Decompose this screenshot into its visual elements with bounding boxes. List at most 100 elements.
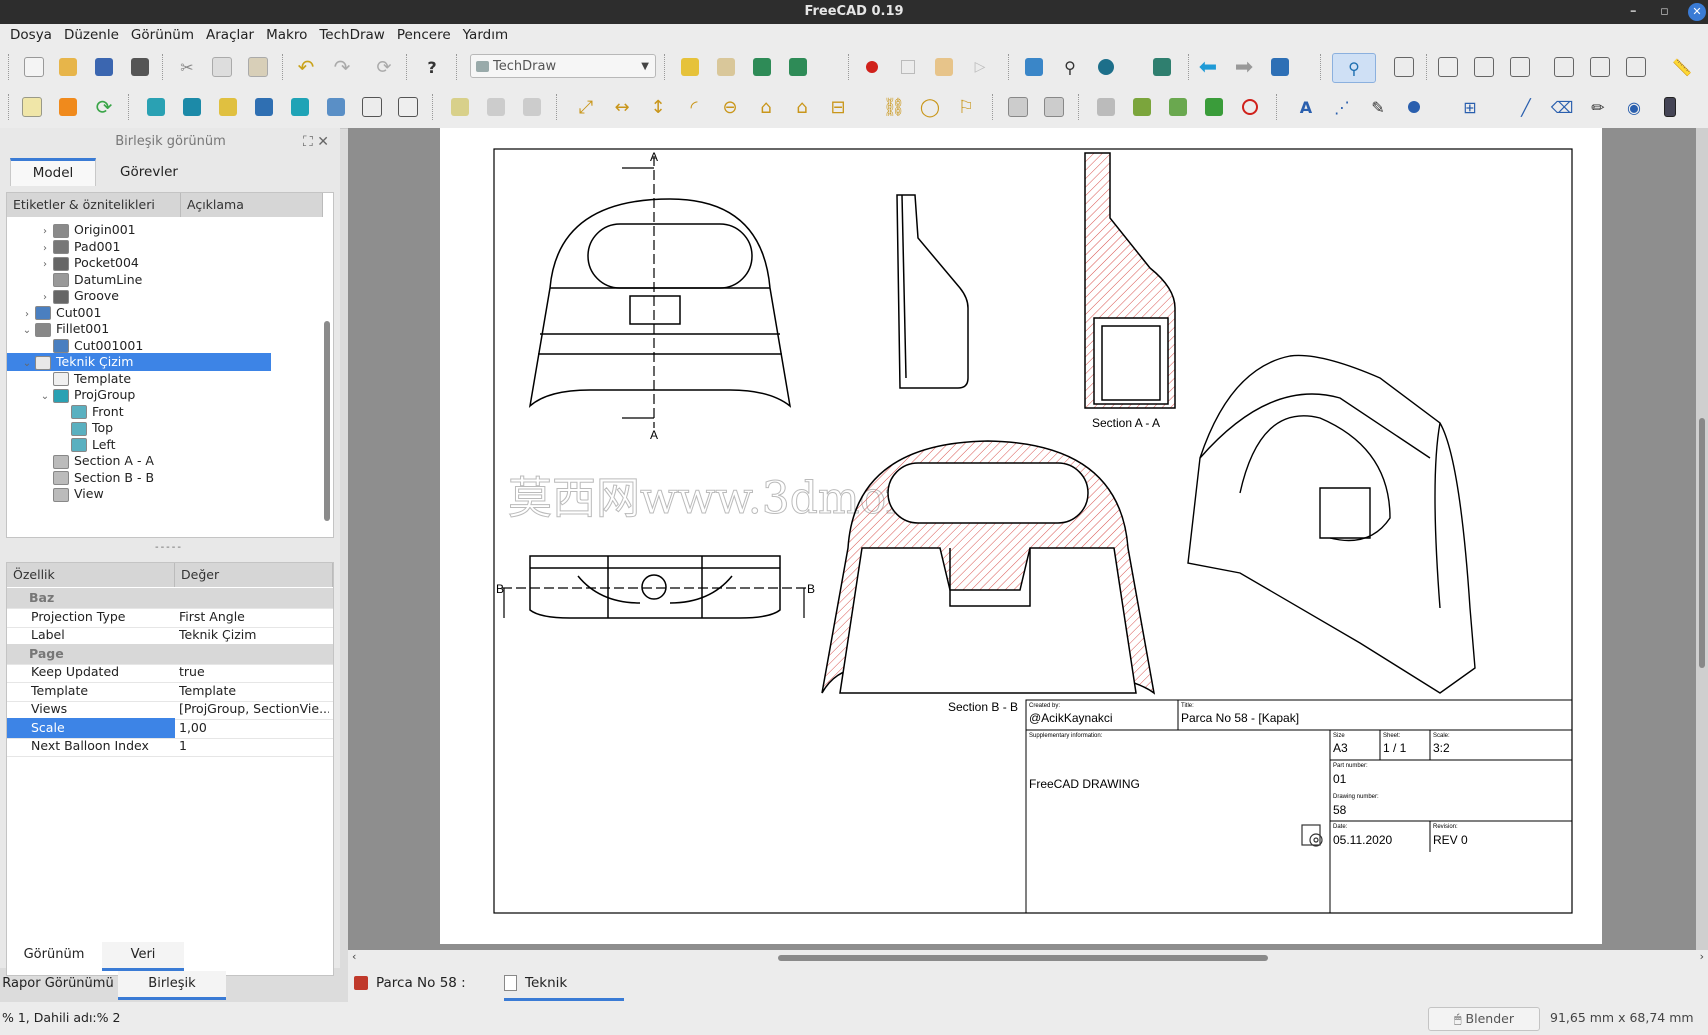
right-view-icon[interactable]	[1508, 55, 1532, 79]
prop-header-value[interactable]: Değer	[175, 563, 333, 587]
cosmetic-eraser-icon[interactable]: ⌫	[1550, 95, 1574, 119]
tree-item[interactable]: › Pad001	[7, 238, 120, 256]
back-arrow-icon[interactable]: ⬅	[1196, 55, 1220, 80]
float-icon[interactable]: ⛶	[303, 134, 313, 150]
tree-item[interactable]: DatumLine	[7, 271, 142, 289]
tab-gorunum[interactable]: Görünüm	[10, 942, 98, 968]
link-actions-icon[interactable]	[786, 55, 810, 79]
link-icon[interactable]	[750, 55, 774, 79]
property-value[interactable]: true	[179, 662, 329, 682]
new-page-template-icon[interactable]	[56, 95, 80, 119]
property-value[interactable]: 1	[179, 736, 329, 756]
menu-pencere[interactable]: Pencere	[391, 24, 457, 46]
cut-icon[interactable]: ✂	[175, 55, 199, 79]
scroll-left-icon[interactable]: ‹	[352, 950, 356, 963]
macro-run-icon[interactable]: ▷	[968, 55, 992, 79]
tab-gorevler[interactable]: Görevler	[104, 158, 194, 186]
drawing-sheet[interactable]: A A Section A - A 莫西网www.3dmox.com B B S…	[440, 128, 1602, 944]
annotation-icon[interactable]: A	[1294, 95, 1318, 119]
minimize-icon[interactable]: –	[1630, 0, 1637, 24]
isometric-view-icon[interactable]	[1392, 55, 1416, 79]
tree-item[interactable]: ⌄ ProjGroup	[7, 386, 135, 404]
scroll-right-icon[interactable]: ›	[1700, 950, 1704, 963]
menu-yardim[interactable]: Yardım	[457, 24, 514, 46]
tab-teknik-cizim[interactable]: Teknik Çizim✕	[504, 968, 624, 1021]
tree-item[interactable]: Section B - B	[7, 469, 154, 487]
panel-splitter[interactable]: -----	[150, 542, 188, 553]
bottom-view-icon[interactable]	[1588, 55, 1612, 79]
hatch-icon[interactable]	[1094, 95, 1118, 119]
copy-icon[interactable]	[210, 55, 234, 79]
tree-item[interactable]: › Origin001	[7, 221, 136, 239]
top-view-icon[interactable]	[1472, 55, 1496, 79]
drawing-horizontal-scrollbar[interactable]: ‹ ›	[348, 950, 1708, 966]
tree-item[interactable]: › Pocket004	[7, 254, 139, 272]
new-document-icon[interactable]	[22, 55, 46, 79]
redraw-icon[interactable]: ⟳	[92, 95, 116, 119]
redo-icon[interactable]: ↷	[330, 55, 354, 79]
macro-record-icon[interactable]	[860, 55, 884, 79]
tab-birlesik-gorunum[interactable]: Birleşik görünüm	[118, 971, 226, 1017]
close-icon[interactable]: ✕	[1688, 3, 1706, 21]
angle-dimension-icon[interactable]: ⌂	[754, 95, 778, 119]
new-page-icon[interactable]	[20, 95, 44, 119]
clip-remove-icon[interactable]	[520, 95, 544, 119]
drawing-vertical-scrollbar[interactable]	[1696, 128, 1708, 950]
refresh-icon[interactable]: ⟳	[372, 55, 396, 79]
rear-view-icon[interactable]	[1552, 55, 1576, 79]
geometric-hatch-icon[interactable]	[1130, 95, 1154, 119]
extent-dimension-icon[interactable]: ⊟	[826, 95, 850, 119]
clip-add-icon[interactable]	[484, 95, 508, 119]
projection-group-icon[interactable]	[216, 95, 240, 119]
measure-icon[interactable]: 📏	[1670, 55, 1694, 79]
property-row[interactable]: Next Balloon Index 1	[7, 736, 333, 757]
fit-selection-icon[interactable]: ⚲	[1058, 55, 1082, 79]
diameter-dimension-icon[interactable]: ⊖	[718, 95, 742, 119]
rich-annotation-icon[interactable]: ✎	[1366, 95, 1390, 119]
center-mark-icon[interactable]	[1402, 95, 1426, 119]
whats-this-icon[interactable]: ?	[420, 55, 444, 79]
property-value[interactable]: Teknik Çizim	[179, 625, 329, 645]
menu-araclar[interactable]: Araçlar	[200, 24, 260, 46]
undo-icon[interactable]: ↶	[294, 55, 318, 79]
print-icon[interactable]	[128, 55, 152, 79]
link-dimension-icon[interactable]: ⛓	[882, 95, 906, 119]
maximize-icon[interactable]: ▫	[1660, 0, 1669, 24]
workbench-selector[interactable]: TechDraw ▼	[470, 54, 656, 78]
bounding-box-icon[interactable]	[1150, 55, 1174, 79]
tree-item[interactable]: Left	[7, 436, 116, 454]
menu-makro[interactable]: Makro	[260, 24, 313, 46]
tree-item[interactable]: Top	[7, 419, 113, 437]
symbol-icon[interactable]	[360, 95, 384, 119]
toggle-edit-icon[interactable]	[1238, 95, 1262, 119]
draft-view-icon[interactable]	[324, 95, 348, 119]
tab-veri[interactable]: Veri	[102, 942, 184, 971]
weld-symbol-icon[interactable]	[1658, 95, 1682, 119]
tree-item[interactable]: ⌄ Fillet001	[7, 320, 109, 338]
save-icon[interactable]	[92, 55, 116, 79]
horizontal-dimension-icon[interactable]: ↔	[610, 95, 634, 119]
show-all-icon[interactable]: ◉	[1622, 95, 1646, 119]
property-value[interactable]: Template	[179, 681, 329, 701]
cosmetic-line-icon[interactable]: ╱	[1514, 95, 1538, 119]
macro-edit-icon[interactable]	[932, 55, 956, 79]
close-panel-icon[interactable]: ✕	[317, 134, 329, 150]
tab-model[interactable]: Model	[10, 158, 96, 186]
decorate-line-icon[interactable]: ✏	[1586, 95, 1610, 119]
tree-scrollbar[interactable]	[323, 221, 331, 521]
tree-item[interactable]: View	[7, 485, 104, 503]
paste-icon[interactable]	[246, 55, 270, 79]
prop-header-name[interactable]: Özellik	[7, 563, 175, 587]
section-view-icon[interactable]	[252, 95, 276, 119]
toggle-frames-icon[interactable]	[1202, 95, 1226, 119]
property-value[interactable]: 1,00	[179, 718, 329, 738]
leader-line-icon[interactable]: ⋰	[1330, 95, 1354, 119]
draw-style-icon[interactable]	[1094, 55, 1118, 79]
export-dxf-icon[interactable]	[1042, 95, 1066, 119]
tree-item[interactable]: Cut001001	[7, 337, 143, 355]
tree-item[interactable]: Section A - A	[7, 452, 154, 470]
navigation-style-button[interactable]: 🖱 Blender	[1428, 1007, 1540, 1031]
tree-item[interactable]: › Groove	[7, 287, 119, 305]
front-view-icon[interactable]	[1436, 55, 1460, 79]
vertical-dimension-icon[interactable]: ↕	[646, 95, 670, 119]
